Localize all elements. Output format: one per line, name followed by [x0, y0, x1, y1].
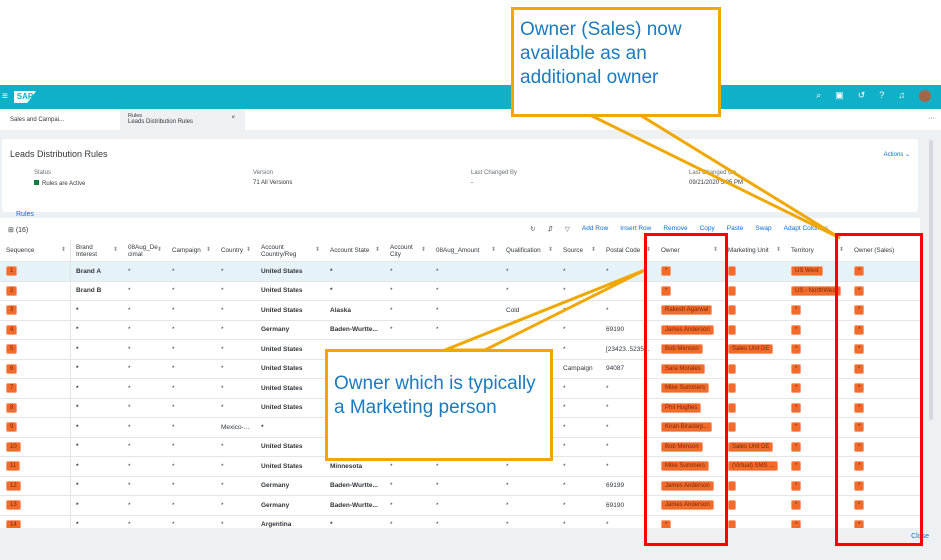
bottom-callout-pointer — [444, 268, 646, 352]
top-callout-pointer — [589, 113, 841, 240]
callout-owner: Owner which is typically a Marketing per… — [325, 349, 553, 461]
callout-owner-sales: Owner (Sales) now available as an additi… — [511, 7, 721, 117]
owner-sales-column-highlight — [835, 233, 923, 546]
owner-column-highlight — [644, 233, 728, 546]
callout-pointers — [444, 113, 841, 352]
